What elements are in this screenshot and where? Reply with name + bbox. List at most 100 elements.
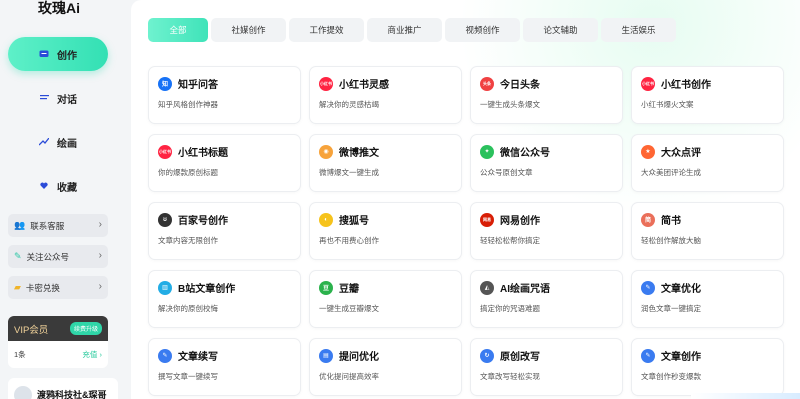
tool-card[interactable]: ◐ 搜狐号再也不用费心创作 <box>309 202 462 260</box>
tab-life[interactable]: 生活娱乐 <box>601 18 676 42</box>
card-header: ◐ 搜狐号 <box>319 212 452 227</box>
tool-card[interactable]: ▥ B站文章创作 解决你的原创校悔 <box>148 270 301 328</box>
tool-card[interactable]: 简简书 轻松创作解放大脑 <box>631 202 784 260</box>
category-tabs: 全部 社媒创作 工作提效 商业推广 视频创作 论文辅助 生活娱乐 <box>148 18 676 42</box>
card-header: ʊ 百家号创作 <box>158 212 291 227</box>
card-title: 提问优化 <box>339 352 379 363</box>
card-header: ✎ 文章续写 <box>158 348 291 363</box>
tab-social[interactable]: 社媒创作 <box>211 18 286 42</box>
card-title: 百家号创作 <box>178 216 228 227</box>
side-link-label: 卡密兑换 <box>25 282 60 293</box>
sohu-icon: ◐ <box>319 212 333 227</box>
account-panel[interactable]: 渡鸦科技社&琛哥 <box>8 378 118 399</box>
tool-card[interactable]: 头条 今日头条 一键生成头条爆文 <box>470 66 623 124</box>
vip-count: 1条 <box>14 350 26 359</box>
tool-card[interactable]: 小红书 小红书灵感解决你的灵感枯竭 <box>309 66 462 124</box>
card-header: 简简书 <box>641 212 774 227</box>
rewrite-icon: ↻ <box>480 348 494 363</box>
nav-item-chat[interactable]: 对话 <box>8 81 108 115</box>
card-description: 文章创作秒变爆款 <box>641 372 701 381</box>
xiaohongshu-icon: 小红书 <box>319 76 333 91</box>
card-description: 知乎风格创作神器 <box>158 100 218 109</box>
side-link-support[interactable]: 👥 联系客服 › <box>8 214 108 237</box>
tab-work[interactable]: 工作提效 <box>289 18 364 42</box>
nav-item-create[interactable]: 创作 <box>8 37 108 71</box>
nav-item-favorites[interactable]: 收藏 <box>8 169 108 203</box>
card-description: 大众美团评论生成 <box>641 168 701 177</box>
chat-icon <box>39 49 49 59</box>
dianping-icon: ★ <box>641 144 655 159</box>
card-description: 轻轻松松帮你搞定 <box>480 236 540 245</box>
company-name: 渡鸦科技社&琛哥 <box>37 390 107 399</box>
netease-icon: 网易 <box>480 212 494 227</box>
nav-label: 创作 <box>57 50 77 62</box>
tool-card[interactable]: ▤ 提问优化优化提问提高效率 <box>309 338 462 396</box>
side-link-follow[interactable]: ✎ 关注公众号 › <box>8 245 108 268</box>
chevron-right-icon: › <box>98 281 102 292</box>
tab-all[interactable]: 全部 <box>148 18 208 42</box>
tool-card[interactable]: 小红书 小红书标题你的爆款原创标题 <box>148 134 301 192</box>
tool-card[interactable]: ✦ 微信公众号 公众号原创文章 <box>470 134 623 192</box>
brush-icon <box>39 137 49 147</box>
card-header: ↻ 原创改写 <box>480 348 613 363</box>
card-title: 简书 <box>661 216 681 227</box>
tool-card[interactable]: 豆豆瓣 一键生成豆瓣爆文 <box>309 270 462 328</box>
tab-marketing[interactable]: 商业推广 <box>367 18 442 42</box>
side-link-label: 联系客服 <box>30 220 65 231</box>
tool-card[interactable]: ◭ AI绘画咒语搞定你的咒语难题 <box>470 270 623 328</box>
card-description: 优化提问提高效率 <box>319 372 379 381</box>
heart-icon <box>39 181 49 191</box>
card-title: 小红书灵感 <box>339 80 389 91</box>
card-description: 搞定你的咒语难题 <box>480 304 540 313</box>
tool-card[interactable]: ✎ 文章优化 润色文章一键搞定 <box>631 270 784 328</box>
card-title: 知乎问答 <box>178 80 218 91</box>
card-header: ▥ B站文章创作 <box>158 280 291 295</box>
wechat-icon: ✦ <box>480 144 494 159</box>
card-description: 你的爆款原创标题 <box>158 168 218 177</box>
card-description: 润色文章一键搞定 <box>641 304 701 313</box>
tool-card[interactable]: ◉ 微博推文 微博爆文一键生成 <box>309 134 462 192</box>
card-title: 小红书创作 <box>661 80 711 91</box>
card-title: 原创改写 <box>500 352 540 363</box>
tool-card[interactable]: ✎ 文章创作文章创作秒变爆款 <box>631 338 784 396</box>
tool-card[interactable]: ↻ 原创改写 文章改写轻松实现 <box>470 338 623 396</box>
card-title: 微信公众号 <box>500 148 550 159</box>
card-header: 小红书 小红书灵感 <box>319 76 452 91</box>
doc-edit-icon: ✎ <box>641 348 655 363</box>
tool-card[interactable]: ✎ 文章续写 撰写文章一键续写 <box>148 338 301 396</box>
card-title: 微博推文 <box>339 148 379 159</box>
card-description: 解决你的灵感枯竭 <box>319 100 379 109</box>
tool-card[interactable]: ʊ 百家号创作文章内容无限创作 <box>148 202 301 260</box>
card-header: 小红书 小红书创作 <box>641 76 774 91</box>
card-title: B站文章创作 <box>178 284 236 295</box>
side-link-label: 关注公众号 <box>26 251 70 262</box>
tool-card[interactable]: 知知乎问答知乎风格创作神器 <box>148 66 301 124</box>
nav-item-paint[interactable]: 绘画 <box>8 125 108 159</box>
tab-paper[interactable]: 论文辅助 <box>523 18 598 42</box>
avatar <box>14 386 32 399</box>
card-title: 文章优化 <box>661 284 701 295</box>
tool-card[interactable]: 小红书 小红书创作小红书爆火文案 <box>631 66 784 124</box>
card-header: ▤ 提问优化 <box>319 348 452 363</box>
vip-upgrade-button[interactable]: 续费升级 <box>69 322 102 335</box>
card-description: 再也不用费心创作 <box>319 236 379 245</box>
card-header: 知知乎问答 <box>158 76 291 91</box>
card-header: ✎ 文章创作 <box>641 348 774 363</box>
card-header: ◭ AI绘画咒语 <box>480 280 613 295</box>
tool-card[interactable]: ★ 大众点评 大众美团评论生成 <box>631 134 784 192</box>
tab-video[interactable]: 视频创作 <box>445 18 520 42</box>
recharge-link[interactable]: 充值 › <box>82 349 102 360</box>
card-title: 文章续写 <box>178 352 218 363</box>
jianshu-icon: 简 <box>641 212 655 227</box>
card-title: 今日头条 <box>500 80 540 91</box>
weibo-icon: ◉ <box>319 144 333 159</box>
tool-card[interactable]: 网易 网易创作 轻轻松松帮你搞定 <box>470 202 623 260</box>
card-description: 小红书爆火文案 <box>641 100 694 109</box>
side-link-redeem[interactable]: ▰ 卡密兑换 › <box>8 276 108 299</box>
doc-icon: ▤ <box>319 348 333 363</box>
card-header: 小红书 小红书标题 <box>158 144 291 159</box>
card-description: 文章内容无限创作 <box>158 236 218 245</box>
card-title: 豆瓣 <box>339 284 359 295</box>
doc-pen-icon: ✎ <box>158 348 172 363</box>
card-title: 文章创作 <box>661 352 701 363</box>
